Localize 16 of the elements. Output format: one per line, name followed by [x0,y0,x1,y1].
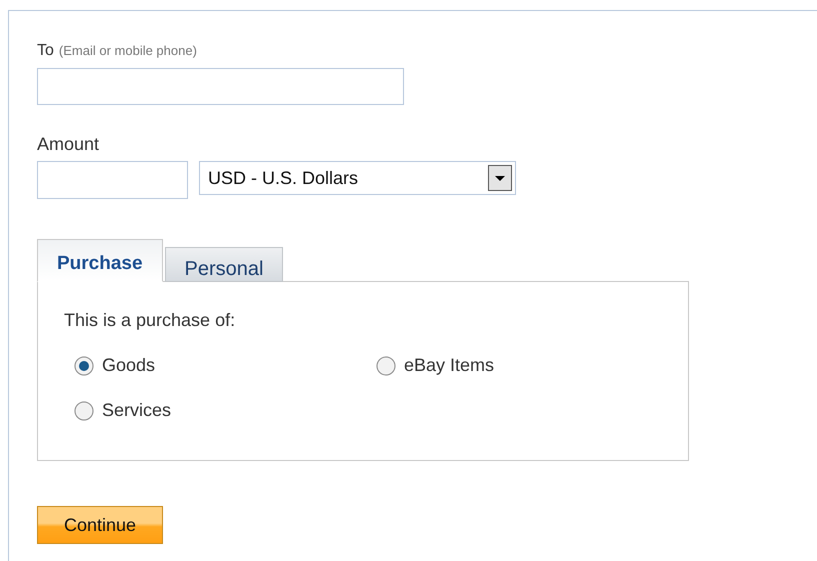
radio-button-icon[interactable] [74,400,94,420]
radio-button-icon[interactable] [376,356,396,376]
currency-select[interactable]: USD - U.S. Dollars [199,161,516,195]
tab[interactable]: Personal [164,247,284,282]
radio-option[interactable]: eBay Items [376,352,494,379]
prompt-text: This is a purchase of: [64,309,236,332]
continue-button[interactable]: Continue [37,506,163,544]
field-label: To [37,41,54,61]
field-hint: (Email or mobile phone) [58,42,197,60]
input-field[interactable] [37,68,404,105]
radio-button-icon[interactable] [74,356,94,376]
radio-option[interactable]: Goods [74,352,156,379]
tab[interactable]: Purchase [37,239,163,282]
input-field[interactable] [37,161,188,199]
field-label: Amount [37,133,100,156]
radio-option[interactable]: Services [74,397,172,424]
